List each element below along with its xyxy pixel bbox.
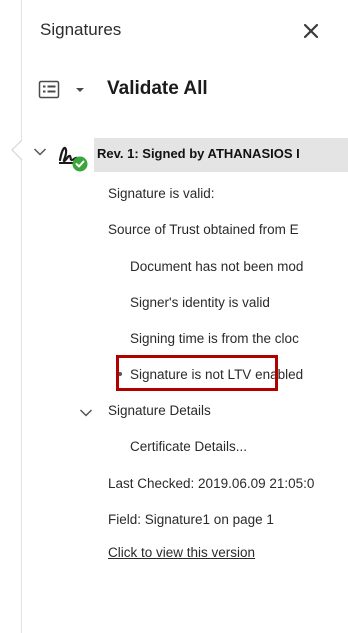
- close-icon: [303, 23, 319, 39]
- collapse-notch-icon[interactable]: [8, 140, 22, 160]
- ltv-bullet: [118, 372, 122, 376]
- signatures-panel: Signatures Validate All Rev. 1: Signed b…: [0, 0, 348, 633]
- options-menu-button[interactable]: [38, 78, 96, 102]
- not-ltv-text: Signature is not LTV enabled: [130, 367, 304, 382]
- chevron-down-icon[interactable]: [79, 408, 93, 418]
- signer-identity-text: Signer's identity is valid: [130, 295, 270, 310]
- signature-valid-icon: [58, 146, 88, 172]
- field-info-text: Field: Signature1 on page 1: [108, 512, 274, 527]
- certificate-details-link[interactable]: Certificate Details...: [130, 439, 348, 454]
- panel-left-border: [21, 0, 22, 633]
- signing-time-text: Signing time is from the cloc: [130, 331, 299, 346]
- signature-valid-text: Signature is valid:: [108, 186, 215, 201]
- last-checked-text: Last Checked: 2019.06.09 21:05:0: [108, 476, 315, 491]
- options-menu-icon: [38, 80, 84, 99]
- signature-details-toggle[interactable]: Signature Details: [108, 403, 348, 418]
- chevron-down-icon[interactable]: [33, 147, 47, 157]
- view-version-link[interactable]: Click to view this version: [108, 545, 255, 560]
- panel-title: Signatures: [40, 20, 122, 39]
- close-button[interactable]: [298, 18, 324, 44]
- signature-title: Rev. 1: Signed by ATHANASIOS I: [97, 146, 300, 161]
- validate-all-button[interactable]: Validate All: [107, 78, 208, 100]
- doc-not-modified-text: Document has not been mod: [130, 259, 304, 274]
- source-of-trust-text: Source of Trust obtained from E: [108, 222, 299, 237]
- signature-row[interactable]: Rev. 1: Signed by ATHANASIOS I: [30, 135, 348, 175]
